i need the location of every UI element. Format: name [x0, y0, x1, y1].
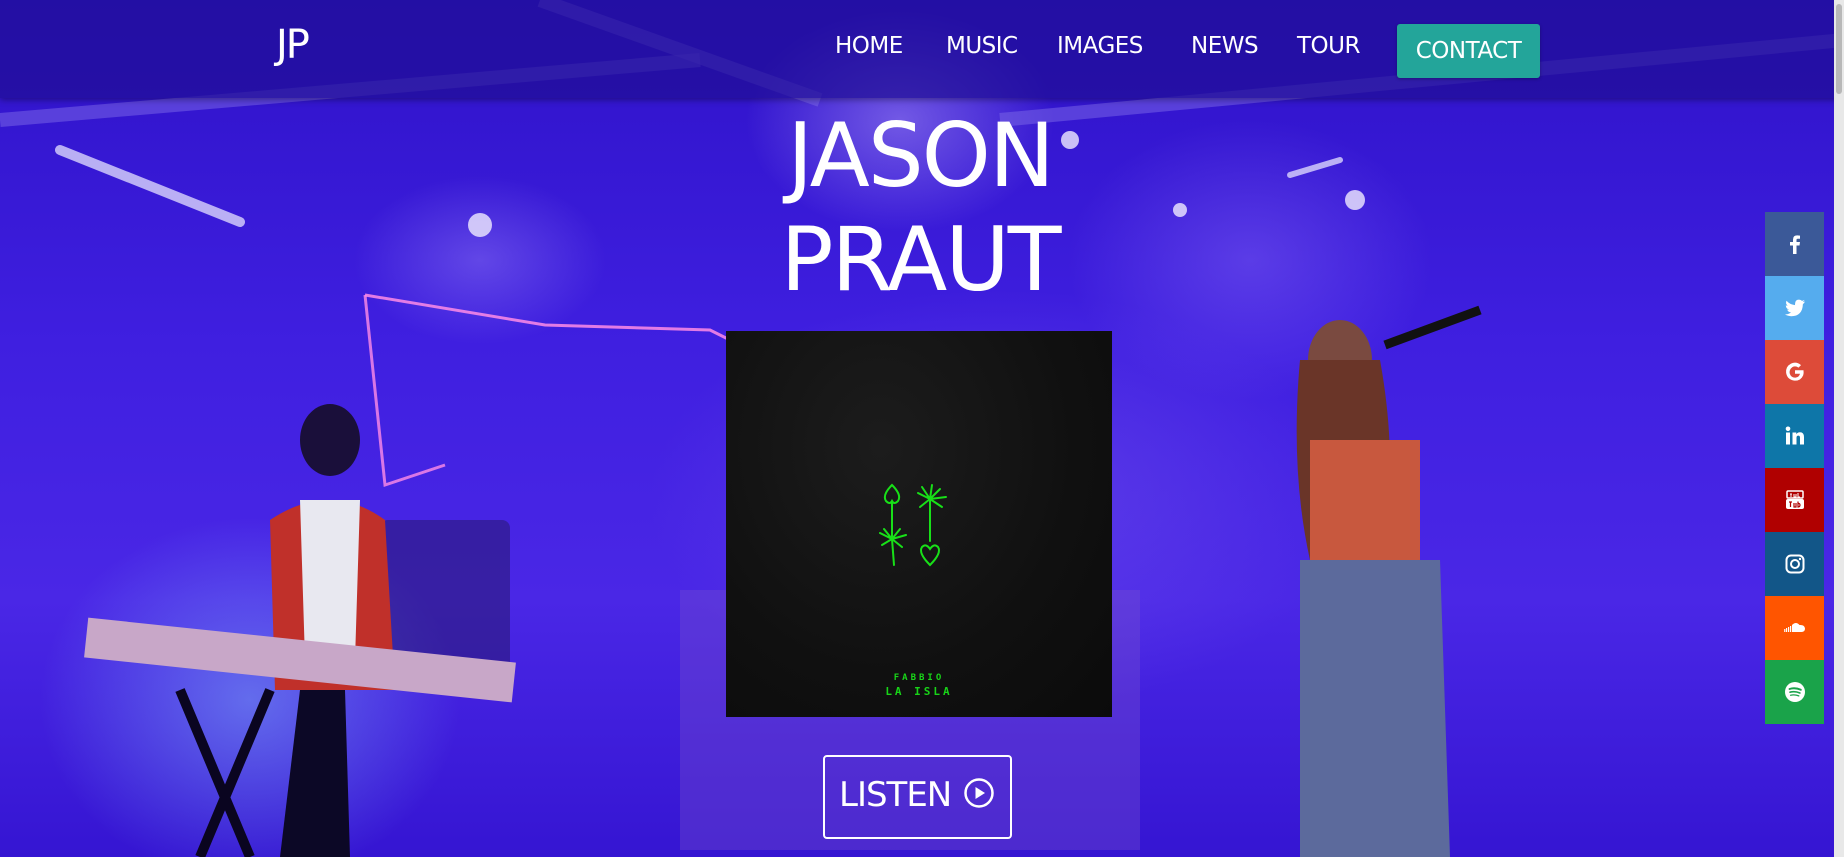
youtube-icon: [1785, 490, 1804, 509]
soundcloud-icon: [1783, 623, 1805, 632]
soundcloud-button[interactable]: [1765, 596, 1824, 660]
scrollbar-thumb[interactable]: [1836, 4, 1842, 94]
facebook-icon: [1789, 235, 1800, 254]
album-title: LA ISLA: [885, 685, 953, 698]
nav-music[interactable]: MUSIC: [946, 33, 1018, 59]
nav-news[interactable]: NEWS: [1191, 33, 1259, 59]
contact-button[interactable]: CONTACT: [1397, 24, 1540, 78]
top-navbar: JP HOME MUSIC IMAGES NEWS TOUR CONTACT: [0, 0, 1844, 98]
spotify-icon: [1784, 682, 1805, 702]
album-cover[interactable]: FABBIO LA ISLA: [726, 331, 1112, 717]
spotify-button[interactable]: [1765, 660, 1824, 724]
instagram-button[interactable]: [1765, 532, 1824, 596]
album-artist: FABBIO: [893, 673, 945, 683]
page: JP HOME MUSIC IMAGES NEWS TOUR CONTACT J…: [0, 0, 1844, 857]
nav-tour[interactable]: TOUR: [1297, 33, 1360, 59]
listen-button[interactable]: LISTEN: [823, 755, 1012, 839]
play-circle-icon: [964, 778, 994, 808]
linkedin-button[interactable]: [1765, 404, 1824, 468]
facebook-button[interactable]: [1765, 212, 1824, 276]
page-scrollbar[interactable]: [1834, 0, 1844, 857]
nav-home[interactable]: HOME: [835, 33, 903, 59]
instagram-icon: [1785, 554, 1804, 574]
google-icon: [1785, 362, 1804, 381]
google-button[interactable]: [1765, 340, 1824, 404]
spade-palm-artwork-icon: [879, 483, 947, 567]
site-logo[interactable]: JP: [276, 22, 310, 68]
youtube-button[interactable]: [1765, 468, 1824, 532]
nav-images[interactable]: IMAGES: [1057, 33, 1143, 59]
twitter-button[interactable]: [1765, 276, 1824, 340]
social-share-bar: [1765, 212, 1824, 724]
hero-title: JASON PRAUT: [700, 104, 1140, 312]
listen-label: LISTEN: [839, 775, 952, 815]
hero-title-first-name: JASON: [787, 104, 1055, 207]
twitter-icon: [1784, 299, 1805, 317]
linkedin-icon: [1785, 426, 1804, 445]
hero-title-last-name: PRAUT: [780, 208, 1061, 311]
